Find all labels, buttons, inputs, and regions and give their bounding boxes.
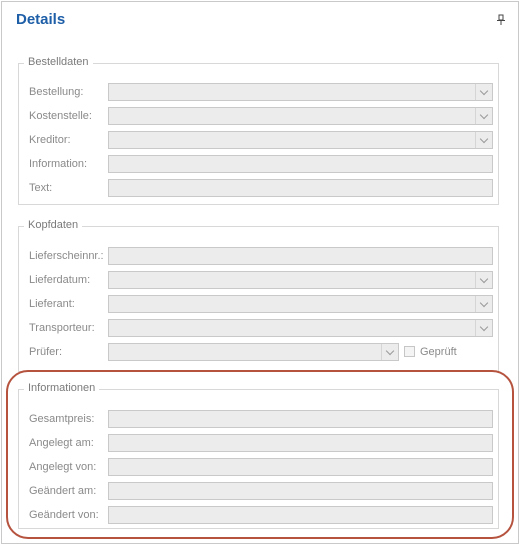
label-pruefer: Prüfer: — [29, 346, 63, 358]
label-information: Information: — [29, 158, 88, 170]
label-text: Text: — [29, 182, 53, 194]
angelegt-von-field — [108, 458, 493, 476]
label-geaendert-am: Geändert am: — [29, 485, 97, 497]
lieferdatum-dropdown[interactable] — [108, 271, 493, 289]
chevron-down-icon[interactable] — [475, 296, 492, 312]
label-gesamtpreis: Gesamtpreis: — [29, 413, 95, 425]
details-panel: Details Bestelldaten Bestellung: Kostens… — [1, 1, 519, 544]
lieferant-dropdown[interactable] — [108, 295, 493, 313]
label-bestellung: Bestellung: — [29, 86, 84, 98]
chevron-down-icon[interactable] — [475, 320, 492, 336]
chevron-down-icon[interactable] — [475, 84, 492, 100]
label-angelegt-am: Angelegt am: — [29, 437, 94, 449]
pin-icon[interactable] — [496, 14, 506, 26]
geprueft-label: Geprüft — [420, 346, 457, 358]
kreditor-dropdown[interactable] — [108, 131, 493, 149]
pruefer-dropdown[interactable] — [108, 343, 399, 361]
label-geaendert-von: Geändert von: — [29, 509, 99, 521]
group-kopfdaten-title: Kopfdaten — [24, 219, 83, 231]
chevron-down-icon[interactable] — [475, 272, 492, 288]
lieferscheinnr-input[interactable] — [108, 247, 493, 265]
geaendert-von-field — [108, 506, 493, 524]
chevron-down-icon[interactable] — [381, 344, 398, 360]
gesamtpreis-field — [108, 410, 493, 428]
group-informationen-title: Informationen — [24, 382, 100, 394]
kostenstelle-dropdown[interactable] — [108, 107, 493, 125]
group-bestelldaten-title: Bestelldaten — [24, 56, 93, 68]
label-lieferdatum: Lieferdatum: — [29, 274, 91, 286]
label-lieferscheinnr: Lieferscheinnr.: — [29, 250, 104, 262]
chevron-down-icon[interactable] — [475, 108, 492, 124]
geaendert-am-field — [108, 482, 493, 500]
label-transporteur: Transporteur: — [29, 322, 95, 334]
information-input[interactable] — [108, 155, 493, 173]
chevron-down-icon[interactable] — [475, 132, 492, 148]
geprueft-checkbox[interactable] — [404, 346, 415, 357]
label-kreditor: Kreditor: — [29, 134, 71, 146]
bestellung-dropdown[interactable] — [108, 83, 493, 101]
label-kostenstelle: Kostenstelle: — [29, 110, 92, 122]
angelegt-am-field — [108, 434, 493, 452]
panel-title: Details — [16, 11, 66, 28]
text-input[interactable] — [108, 179, 493, 197]
label-angelegt-von: Angelegt von: — [29, 461, 97, 473]
transporteur-dropdown[interactable] — [108, 319, 493, 337]
label-lieferant: Lieferant: — [29, 298, 75, 310]
